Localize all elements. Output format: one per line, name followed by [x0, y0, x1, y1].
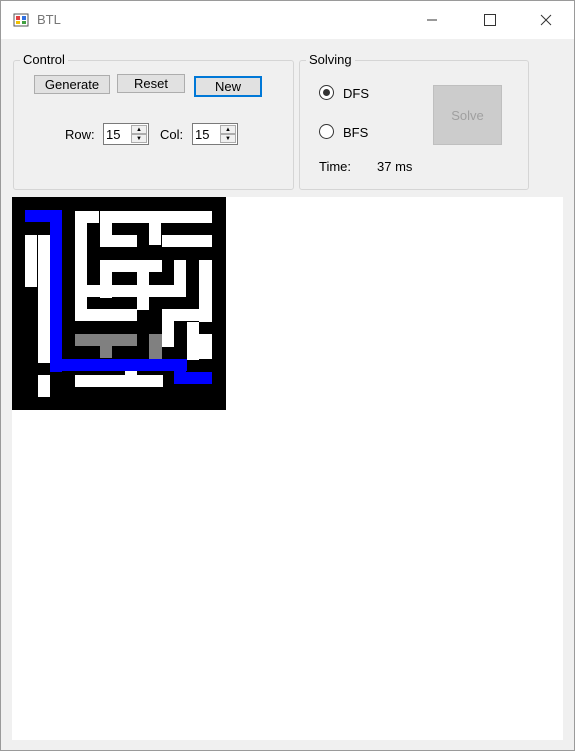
minimize-button[interactable] — [408, 1, 456, 39]
col-value[interactable]: 15 — [195, 127, 209, 142]
row-label: Row: — [65, 127, 95, 142]
maximize-icon — [484, 14, 496, 26]
row-spin[interactable]: ▲ ▼ — [131, 125, 147, 143]
dfs-radio[interactable] — [319, 85, 334, 100]
minimize-icon — [427, 19, 437, 21]
solving-group: Solving DFS BFS Solve Time: 37 ms — [299, 52, 529, 190]
bfs-label[interactable]: BFS — [343, 125, 368, 140]
col-stepper[interactable]: 15 ▲ ▼ — [192, 123, 238, 145]
maze-canvas[interactable] — [12, 197, 226, 410]
main-window: BTL Control Generate Reset New Row: 15 ▲… — [0, 0, 575, 751]
col-label: Col: — [160, 127, 184, 142]
control-group: Control Generate Reset New Row: 15 ▲ ▼ C… — [13, 52, 294, 190]
title-bar[interactable]: BTL — [1, 1, 574, 39]
close-icon — [540, 14, 552, 26]
maximize-button[interactable] — [466, 1, 514, 39]
window-title: BTL — [37, 12, 61, 27]
reset-button[interactable]: Reset — [117, 74, 185, 93]
col-spin[interactable]: ▲ ▼ — [220, 125, 236, 143]
row-up-icon[interactable]: ▲ — [131, 125, 147, 134]
row-value[interactable]: 15 — [106, 127, 120, 142]
time-value: 37 ms — [377, 159, 413, 174]
new-button[interactable]: New — [194, 76, 262, 97]
col-down-icon[interactable]: ▼ — [220, 134, 236, 143]
close-button[interactable] — [522, 1, 570, 39]
solving-group-title: Solving — [306, 52, 355, 67]
maze-panel[interactable] — [12, 197, 563, 740]
solve-button[interactable]: Solve — [433, 85, 502, 145]
control-group-title: Control — [20, 52, 68, 67]
app-icon — [13, 13, 29, 27]
time-label: Time: — [319, 159, 352, 174]
row-down-icon[interactable]: ▼ — [131, 134, 147, 143]
col-up-icon[interactable]: ▲ — [220, 125, 236, 134]
row-stepper[interactable]: 15 ▲ ▼ — [103, 123, 149, 145]
dfs-label[interactable]: DFS — [343, 86, 369, 101]
bfs-radio[interactable] — [319, 124, 334, 139]
generate-button[interactable]: Generate — [34, 75, 110, 94]
